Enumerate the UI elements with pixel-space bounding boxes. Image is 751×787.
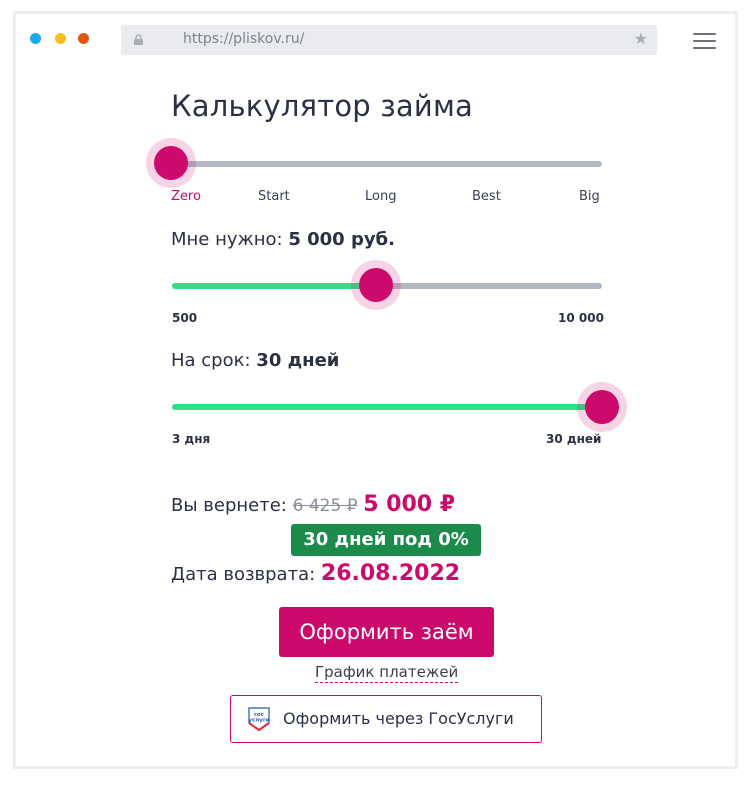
gosuslugi-label: Оформить через ГосУслуги [283,709,514,728]
window-dot-yellow [55,33,66,44]
term-max-label: 30 дней [546,432,602,446]
term-label: На срок: [171,350,251,371]
bookmark-star-icon[interactable]: ★ [634,29,648,48]
address-bar[interactable]: https://pliskov.ru/ ★ [121,25,657,55]
term-slider-fill [172,404,602,410]
gosuslugi-logo-icon: гос услуги [248,707,270,732]
amount-value: 5 000 руб. [288,229,395,250]
gosuslugi-button[interactable]: гос услуги Оформить через ГосУслуги [230,695,542,743]
product-slider-thumb[interactable] [146,138,196,188]
window-dot-blue [30,33,41,44]
menu-icon[interactable] [693,33,716,50]
window-dot-red [78,33,89,44]
amount-max-label: 10 000 [558,311,604,325]
amount-label: Мне нужно: [171,229,283,250]
payment-schedule-link[interactable]: График платежей [315,663,459,683]
new-amount: 5 000 ₽ [363,492,456,517]
term-min-label: 3 дня [172,432,211,446]
amount-min-label: 500 [172,311,198,325]
return-label: Вы вернете: [171,495,287,516]
product-option-best[interactable]: Best [472,189,501,204]
amount-row: Мне нужно: 5 000 руб. [171,229,395,250]
term-row: На срок: 30 дней [171,350,339,371]
product-option-long[interactable]: Long [365,189,396,204]
lock-icon [134,34,143,45]
term-value: 30 дней [256,350,340,371]
return-date-row: Дата возврата: 26.08.2022 [171,561,460,586]
amount-slider-fill [172,283,376,289]
product-option-start[interactable]: Start [258,189,290,204]
return-row: Вы вернете: 6 425 ₽ 5 000 ₽ [171,492,455,517]
return-date-value: 26.08.2022 [320,561,461,586]
svg-text:услуги: услуги [248,718,269,724]
url-text[interactable]: https://pliskov.ru/ [183,31,304,47]
old-amount: 6 425 ₽ [292,496,358,516]
apply-loan-button[interactable]: Оформить заём [279,607,494,657]
product-option-zero[interactable]: Zero [171,189,201,204]
page-title: Калькулятор займа [171,89,473,123]
return-date-label: Дата возврата: [171,564,316,585]
product-option-big[interactable]: Big [579,189,600,204]
promo-badge: 30 дней под 0% [291,524,481,556]
product-slider-track[interactable] [172,161,602,167]
term-slider-thumb[interactable] [577,382,627,432]
amount-slider-thumb[interactable] [350,260,401,310]
